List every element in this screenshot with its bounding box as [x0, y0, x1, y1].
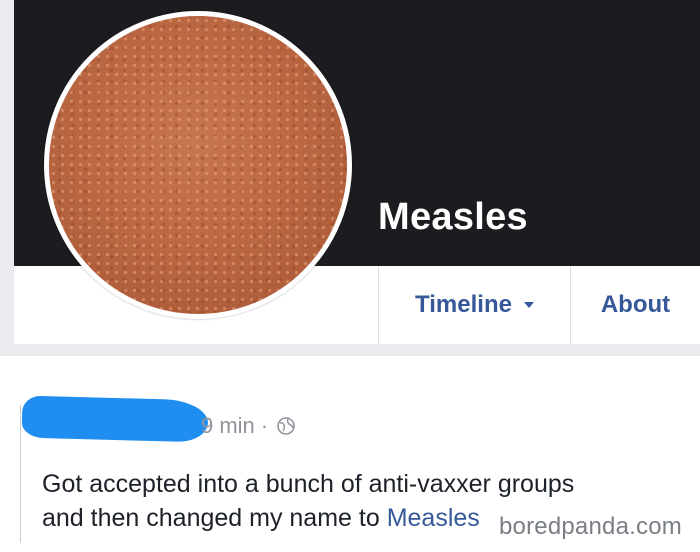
profile-picture[interactable] — [44, 11, 352, 319]
globe-icon[interactable] — [276, 416, 296, 436]
post-timestamp[interactable]: 9 min — [201, 413, 255, 439]
post-meta: 9 min · — [201, 413, 296, 439]
post-text-line-2-prefix: and then changed my name to — [42, 504, 387, 532]
tab-about[interactable]: About — [570, 266, 700, 344]
profile-nav: Timeline About — [378, 266, 700, 344]
post-divider — [20, 405, 21, 543]
post-text-line-1: Got accepted into a bunch of anti-vaxxer… — [42, 470, 575, 498]
avatar-texture — [49, 16, 347, 314]
tab-timeline-label: Timeline — [415, 291, 512, 318]
profile-mention-link[interactable]: Measles — [387, 504, 480, 532]
caret-down-icon — [523, 302, 534, 308]
redacted-author-name — [21, 395, 209, 443]
profile-header: Measles Timeline About — [14, 0, 700, 344]
profile-name[interactable]: Measles — [378, 196, 528, 239]
meta-separator: · — [260, 413, 269, 438]
watermark: boredpanda.com — [499, 513, 682, 540]
tab-timeline[interactable]: Timeline — [378, 266, 570, 344]
tab-about-label: About — [600, 291, 671, 318]
